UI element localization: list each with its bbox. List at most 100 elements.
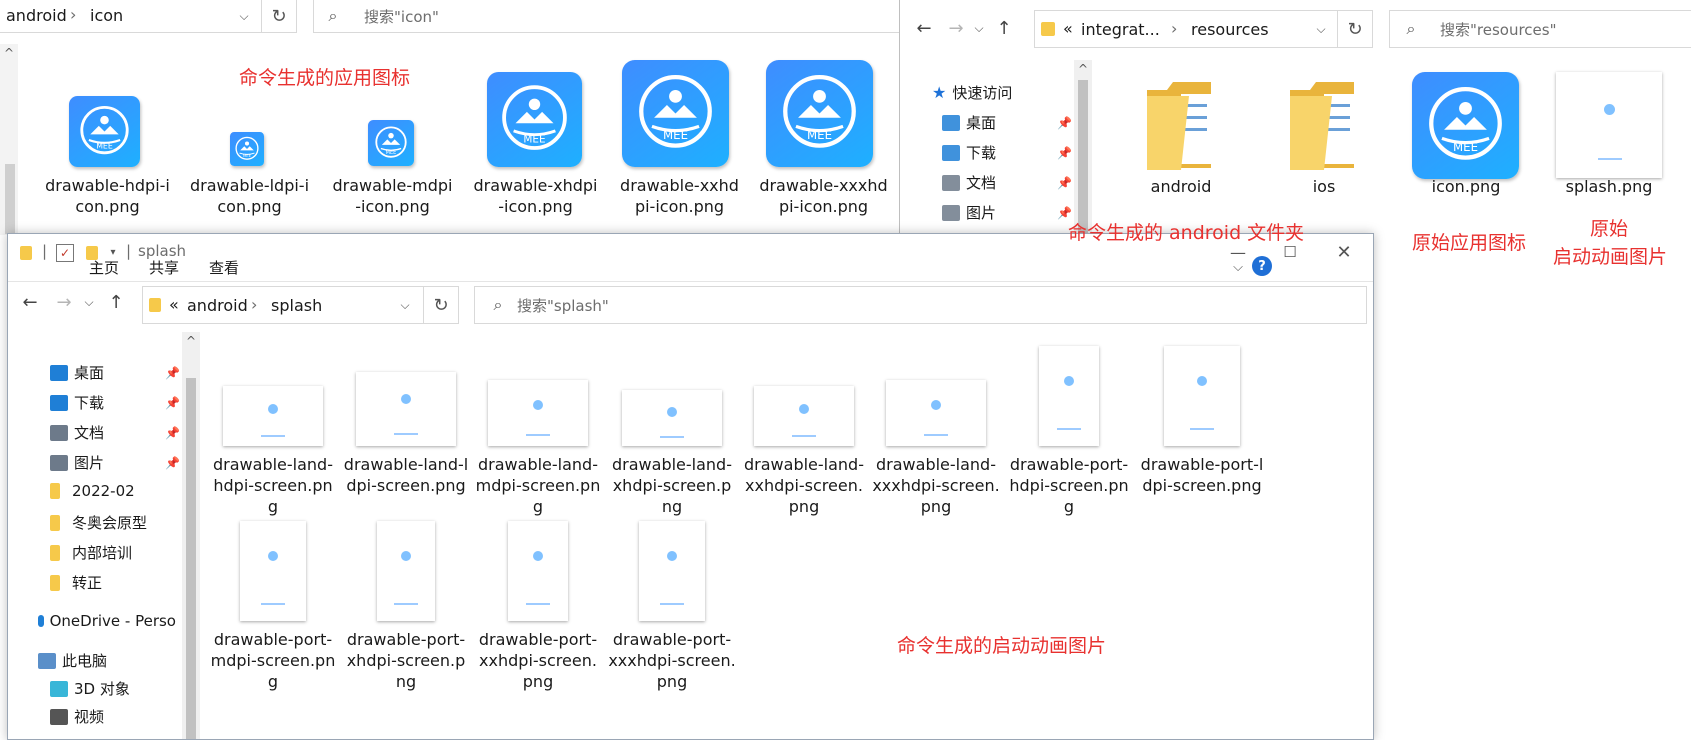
nav-item[interactable]: 文档 bbox=[50, 422, 104, 443]
file-name[interactable]: drawable-land-hdpi-screen.pn g bbox=[208, 454, 338, 517]
splash-thumbnail[interactable] bbox=[377, 521, 435, 621]
help-icon[interactable]: ? bbox=[1252, 256, 1272, 276]
folder-android[interactable] bbox=[1141, 76, 1221, 174]
app-icon-thumbnail[interactable]: MEE bbox=[368, 120, 414, 166]
file-name[interactable]: drawable-port-xxhdpi-screen. png bbox=[473, 629, 603, 692]
splash-thumbnail[interactable] bbox=[240, 521, 306, 621]
file-name[interactable]: drawable-port-l dpi-screen.png bbox=[1137, 454, 1267, 496]
nav-scrollbar[interactable]: ^ bbox=[182, 332, 200, 739]
back-arrow-icon[interactable]: ← bbox=[912, 16, 936, 40]
pin-icon[interactable]: 📌 bbox=[165, 366, 180, 380]
breadcrumb-android[interactable]: android bbox=[187, 296, 248, 315]
app-icon-thumbnail[interactable]: MEE bbox=[766, 60, 873, 167]
file-name[interactable]: drawable-land-mdpi-screen.pn g bbox=[473, 454, 603, 517]
up-arrow-icon[interactable]: ↑ bbox=[104, 290, 128, 314]
pin-icon[interactable]: 📌 bbox=[1057, 116, 1072, 130]
file-name[interactable]: drawable-xhdpi -icon.png bbox=[468, 175, 603, 217]
splash-thumbnail[interactable] bbox=[639, 521, 705, 621]
refresh-button[interactable]: ↻ bbox=[261, 0, 297, 33]
file-name[interactable]: splash.png bbox=[1549, 176, 1669, 197]
scroll-up-icon[interactable]: ^ bbox=[1074, 60, 1092, 78]
app-icon-thumbnail[interactable]: MEE bbox=[230, 132, 264, 166]
address-bar[interactable]: « integrat... › resources ⌵ bbox=[1034, 10, 1338, 48]
recent-chevron-icon[interactable]: ⌵ bbox=[80, 290, 98, 314]
splash-thumbnail[interactable] bbox=[488, 380, 588, 446]
scroll-up-icon[interactable]: ^ bbox=[182, 332, 200, 350]
app-icon-thumbnail[interactable]: MEE bbox=[69, 96, 140, 167]
file-name[interactable]: drawable-mdpi -icon.png bbox=[325, 175, 460, 217]
breadcrumb-splash[interactable]: splash bbox=[271, 296, 322, 315]
breadcrumb-android[interactable]: android bbox=[6, 6, 67, 25]
refresh-button[interactable]: ↻ bbox=[423, 286, 459, 324]
nav-quick-access[interactable]: ★ 快速访问 bbox=[932, 82, 1012, 103]
search-box[interactable]: ⌕ 搜索"icon" bbox=[313, 0, 900, 33]
recent-chevron-icon[interactable]: ⌵ bbox=[970, 16, 988, 40]
splash-thumbnail[interactable] bbox=[1039, 346, 1099, 446]
nav-item[interactable]: 图片 bbox=[50, 452, 104, 473]
pin-icon[interactable]: 📌 bbox=[165, 426, 180, 440]
app-icon-thumbnail[interactable]: MEE bbox=[622, 60, 729, 167]
scrollbar-thumb[interactable] bbox=[1078, 80, 1088, 235]
ribbon-expand-icon[interactable]: ⌵ bbox=[1228, 256, 1248, 278]
back-arrow-icon[interactable]: ← bbox=[18, 290, 42, 314]
nav-item[interactable]: 桌面 bbox=[50, 362, 104, 383]
address-bar[interactable]: android › icon ⌵ bbox=[0, 0, 262, 33]
forward-arrow-icon[interactable]: → bbox=[52, 290, 76, 314]
nav-item[interactable]: 下载 bbox=[50, 392, 104, 413]
search-input[interactable]: 搜索"splash" bbox=[517, 295, 609, 316]
nav-item[interactable]: 3D 对象 bbox=[50, 678, 130, 699]
file-name[interactable]: drawable-port-mdpi-screen.pn g bbox=[208, 629, 338, 692]
file-name[interactable]: drawable-land-xhdpi-screen.p ng bbox=[607, 454, 737, 517]
tab-view[interactable]: 查看 bbox=[209, 257, 239, 278]
search-box[interactable]: ⌕ 搜索"splash" bbox=[474, 286, 1367, 324]
search-input[interactable]: 搜索"resources" bbox=[1440, 19, 1557, 40]
splash-thumbnail[interactable] bbox=[886, 380, 986, 446]
nav-item[interactable]: 文档 bbox=[942, 172, 996, 193]
file-name[interactable]: drawable-land-xxxhdpi-screen. png bbox=[871, 454, 1001, 517]
nav-onedrive[interactable]: OneDrive - Perso bbox=[38, 612, 176, 630]
file-name[interactable]: ios bbox=[1264, 176, 1384, 197]
forward-arrow-icon[interactable]: → bbox=[944, 16, 968, 40]
nav-item[interactable]: 桌面 bbox=[942, 112, 996, 133]
pin-icon[interactable]: 📌 bbox=[165, 396, 180, 410]
breadcrumb-integrat[interactable]: integrat... bbox=[1081, 20, 1160, 39]
file-name[interactable]: drawable-hdpi-i con.png bbox=[40, 175, 175, 217]
pin-icon[interactable]: 📌 bbox=[1057, 176, 1072, 190]
breadcrumb-icon[interactable]: icon bbox=[90, 6, 123, 25]
breadcrumb-prefix[interactable]: « bbox=[1063, 19, 1073, 38]
splash-thumbnail[interactable] bbox=[223, 386, 323, 446]
tab-share[interactable]: 共享 bbox=[149, 257, 179, 278]
nav-item[interactable]: 视频 bbox=[50, 706, 104, 727]
file-name[interactable]: android bbox=[1121, 176, 1241, 197]
nav-item[interactable]: 转正 bbox=[50, 572, 102, 593]
splash-thumbnail[interactable] bbox=[622, 390, 722, 446]
splash-thumbnail[interactable] bbox=[1164, 346, 1240, 446]
file-name[interactable]: drawable-ldpi-i con.png bbox=[182, 175, 317, 217]
file-name[interactable]: icon.png bbox=[1406, 176, 1526, 197]
app-icon-thumbnail[interactable]: MEE bbox=[487, 72, 582, 167]
nav-this-pc[interactable]: 此电脑 bbox=[38, 650, 107, 671]
pin-icon[interactable]: 📌 bbox=[165, 456, 180, 470]
scrollbar-thumb[interactable] bbox=[186, 378, 196, 739]
folder-ios[interactable] bbox=[1284, 76, 1364, 174]
pin-icon[interactable]: 📌 bbox=[1057, 146, 1072, 160]
nav-item[interactable]: 冬奥会原型 bbox=[50, 512, 147, 533]
properties-checkbox-icon[interactable]: ✓ bbox=[56, 244, 74, 262]
splash-thumbnail[interactable] bbox=[1556, 72, 1662, 178]
file-name[interactable]: drawable-land-xxhdpi-screen. png bbox=[739, 454, 869, 517]
file-name[interactable]: drawable-port-hdpi-screen.pn g bbox=[1004, 454, 1134, 517]
splash-thumbnail[interactable] bbox=[508, 521, 568, 621]
refresh-button[interactable]: ↻ bbox=[1337, 10, 1373, 48]
breadcrumb-prefix[interactable]: « bbox=[169, 295, 179, 314]
splash-thumbnail[interactable] bbox=[754, 386, 854, 446]
file-name[interactable]: drawable-port-xxxhdpi-screen. png bbox=[607, 629, 737, 692]
nav-item[interactable]: 2022-02 bbox=[50, 482, 135, 500]
nav-scrollbar[interactable]: ^ bbox=[1074, 60, 1092, 235]
search-box[interactable]: ⌕ 搜索"resources" bbox=[1389, 10, 1691, 48]
search-input[interactable]: 搜索"icon" bbox=[364, 6, 439, 27]
file-name[interactable]: drawable-land-l dpi-screen.png bbox=[341, 454, 471, 496]
nav-item[interactable]: 下载 bbox=[942, 142, 996, 163]
chevron-down-icon[interactable]: ⌵ bbox=[395, 293, 415, 317]
splash-thumbnail[interactable] bbox=[356, 372, 456, 446]
app-icon-thumbnail[interactable]: MEE bbox=[1412, 72, 1519, 179]
